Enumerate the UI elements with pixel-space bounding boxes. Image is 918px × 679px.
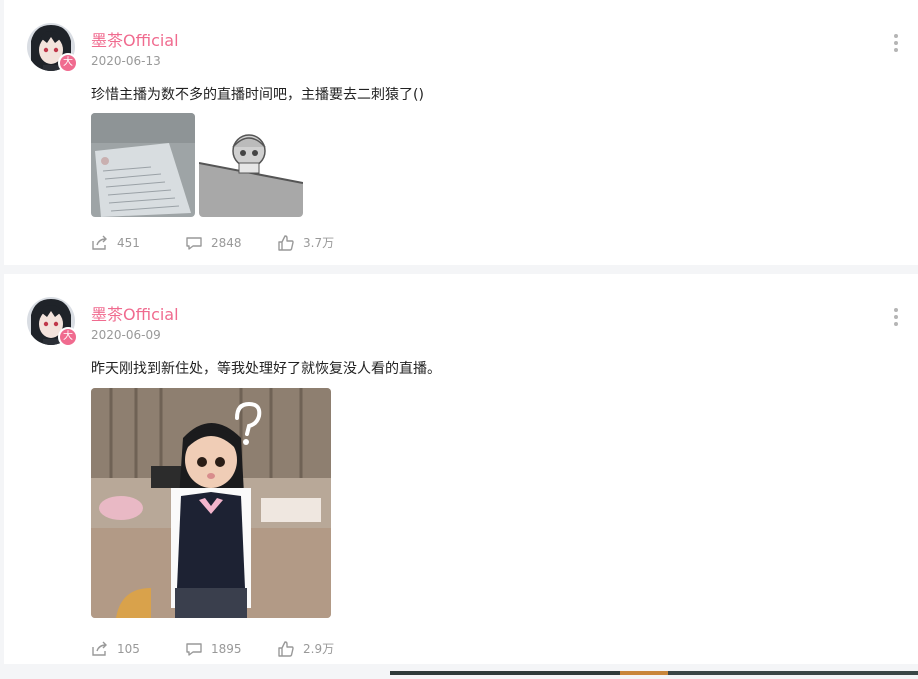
more-icon[interactable]	[888, 308, 904, 328]
comment-button[interactable]: 2848	[185, 235, 277, 251]
avatar[interactable]: 大	[27, 297, 78, 347]
comment-icon	[186, 642, 202, 656]
like-count: 3.7万	[303, 236, 335, 250]
like-button[interactable]: 2.9万	[277, 640, 334, 657]
post-text: 昨天刚找到新住处，等我处理好了就恢复没人看的直播。	[91, 361, 441, 377]
share-count: 105	[117, 641, 140, 656]
like-icon	[278, 640, 294, 657]
username[interactable]: 墨茶Official	[91, 301, 179, 325]
post-actions: 105 1895 2.9万	[91, 640, 334, 657]
like-button[interactable]: 3.7万	[277, 234, 334, 251]
share-icon	[92, 235, 107, 250]
post-card: 大 墨茶Official 2020-06-09 昨天刚找到新住处，等我处理好了就…	[4, 274, 918, 664]
share-button[interactable]: 451	[91, 235, 185, 251]
comment-icon	[186, 236, 202, 250]
comment-count: 1895	[211, 641, 242, 656]
post-actions: 451 2848 3.7万	[91, 234, 334, 251]
avatar[interactable]: 大	[27, 23, 78, 73]
user-level-badge: 大	[58, 53, 78, 73]
post-card: 大 墨茶Official 2020-06-13 珍惜主播为数不多的直播时间吧，主…	[4, 0, 918, 265]
comment-button[interactable]: 1895	[185, 641, 277, 657]
username[interactable]: 墨茶Official	[91, 27, 179, 51]
share-button[interactable]: 105	[91, 641, 185, 657]
share-icon	[92, 641, 107, 656]
like-icon	[278, 234, 294, 251]
post-image[interactable]	[91, 113, 195, 217]
taskbar-strip	[0, 660, 918, 675]
post-date: 2020-06-09	[91, 328, 161, 342]
comment-count: 2848	[211, 235, 242, 250]
post-date: 2020-06-13	[91, 54, 161, 68]
like-count: 2.9万	[303, 642, 335, 656]
more-icon[interactable]	[888, 34, 904, 54]
user-level-badge: 大	[58, 327, 78, 347]
post-image[interactable]	[199, 113, 303, 217]
share-count: 451	[117, 235, 140, 250]
post-text: 珍惜主播为数不多的直播时间吧，主播要去二刺猿了()	[91, 87, 424, 103]
post-image[interactable]	[91, 388, 331, 618]
